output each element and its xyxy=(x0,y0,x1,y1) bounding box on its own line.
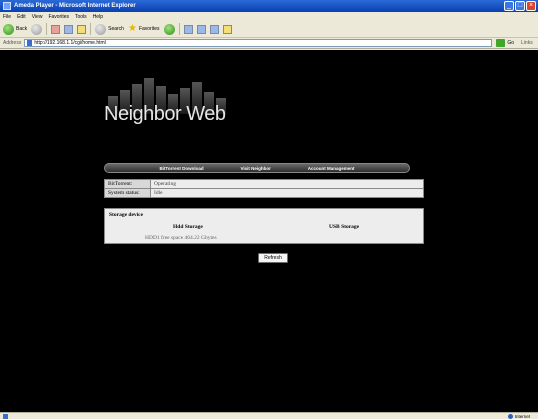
refresh-icon[interactable] xyxy=(64,24,74,34)
refresh-button[interactable]: Refresh xyxy=(258,253,288,263)
table-row: BitTorrent: Operating xyxy=(104,179,424,189)
back-arrow-icon xyxy=(3,23,14,35)
address-input[interactable]: http://192.168.1.1/cgi/home.html xyxy=(24,39,493,47)
media-icon[interactable] xyxy=(163,23,175,35)
hdd-free-space: HDD1 free space 464.22 Gbytes xyxy=(145,235,217,241)
search-icon xyxy=(95,23,107,35)
main-nav: BitTorrent Download Visit Neighbor Accou… xyxy=(104,163,410,173)
menu-help[interactable]: Help xyxy=(93,14,103,20)
browser-window: Ameda Player - Microsoft Internet Explor… xyxy=(0,0,538,419)
globe-icon xyxy=(507,414,513,419)
menu-favorites[interactable]: Favorites xyxy=(48,14,69,20)
favorites-button[interactable]: ★ Favorites xyxy=(128,24,160,34)
print-icon[interactable] xyxy=(209,24,219,34)
status-value: Operating xyxy=(150,179,424,189)
menu-file[interactable]: File xyxy=(3,14,11,20)
edit-icon[interactable] xyxy=(222,24,232,34)
title-bar: Ameda Player - Microsoft Internet Explor… xyxy=(0,0,538,12)
toolbar-separator xyxy=(46,23,48,35)
stop-icon[interactable] xyxy=(51,24,61,34)
page-status-icon xyxy=(3,413,8,419)
menu-edit[interactable]: Edit xyxy=(17,14,26,20)
menu-view[interactable]: View xyxy=(32,14,43,20)
address-url: http://192.168.1.1/cgi/home.html xyxy=(34,40,106,46)
nav-visit-neighbor[interactable]: Visit Neighbor xyxy=(240,166,270,171)
history-icon[interactable] xyxy=(183,24,193,34)
status-table: BitTorrent: Operating System status: Idl… xyxy=(104,179,424,198)
usb-storage-header: USB Storage xyxy=(329,224,360,230)
window-controls: _ □ × xyxy=(504,1,536,11)
minimize-button[interactable]: _ xyxy=(504,1,514,11)
status-value: Idle xyxy=(150,188,424,198)
logo-text: Neighbor Web xyxy=(104,103,226,125)
mail-icon[interactable] xyxy=(196,24,206,34)
back-label: Back xyxy=(16,26,28,32)
table-row: System status: Idle xyxy=(104,188,424,198)
page-icon xyxy=(27,40,33,46)
go-button[interactable]: Go xyxy=(507,40,514,46)
storage-title: Storage device xyxy=(109,212,144,218)
page-content: Neighbor Web BitTorrent Download Visit N… xyxy=(0,50,538,412)
toolbar: Back Search ★ Favorites xyxy=(0,21,538,38)
forward-button[interactable] xyxy=(31,23,43,35)
address-label: Address xyxy=(3,40,22,46)
status-label: System status: xyxy=(104,188,151,198)
go-arrow-icon[interactable] xyxy=(496,39,506,47)
maximize-button[interactable]: □ xyxy=(515,1,525,11)
status-bar: Internet xyxy=(0,412,538,419)
links-button[interactable]: Links xyxy=(521,40,533,46)
toolbar-separator xyxy=(178,23,180,35)
menu-bar: File Edit View Favorites Tools Help xyxy=(0,12,538,21)
star-icon: ★ xyxy=(127,23,137,34)
security-zone: Internet xyxy=(507,413,530,419)
toolbar-separator xyxy=(90,23,92,35)
nav-account-management[interactable]: Account Management xyxy=(308,166,355,171)
close-button[interactable]: × xyxy=(526,1,536,11)
back-button[interactable]: Back xyxy=(3,23,28,35)
neighbor-web-logo: Neighbor Web xyxy=(104,76,234,128)
media-player-icon xyxy=(3,2,11,10)
hdd-storage-header: Hdd Storage xyxy=(173,224,203,230)
home-icon[interactable] xyxy=(77,24,87,34)
search-button[interactable]: Search xyxy=(95,23,124,35)
window-title: Ameda Player - Microsoft Internet Explor… xyxy=(14,3,136,9)
favorites-label: Favorites xyxy=(138,26,160,32)
storage-panel: Storage device Hdd Storage USB Storage H… xyxy=(104,208,424,244)
address-bar: Address http://192.168.1.1/cgi/home.html… xyxy=(0,38,538,49)
status-label: BitTorrent: xyxy=(104,179,151,189)
nav-bittorrent-download[interactable]: BitTorrent Download xyxy=(159,166,203,171)
search-label: Search xyxy=(108,26,124,32)
menu-tools[interactable]: Tools xyxy=(75,14,87,20)
zone-label: Internet xyxy=(514,414,530,419)
